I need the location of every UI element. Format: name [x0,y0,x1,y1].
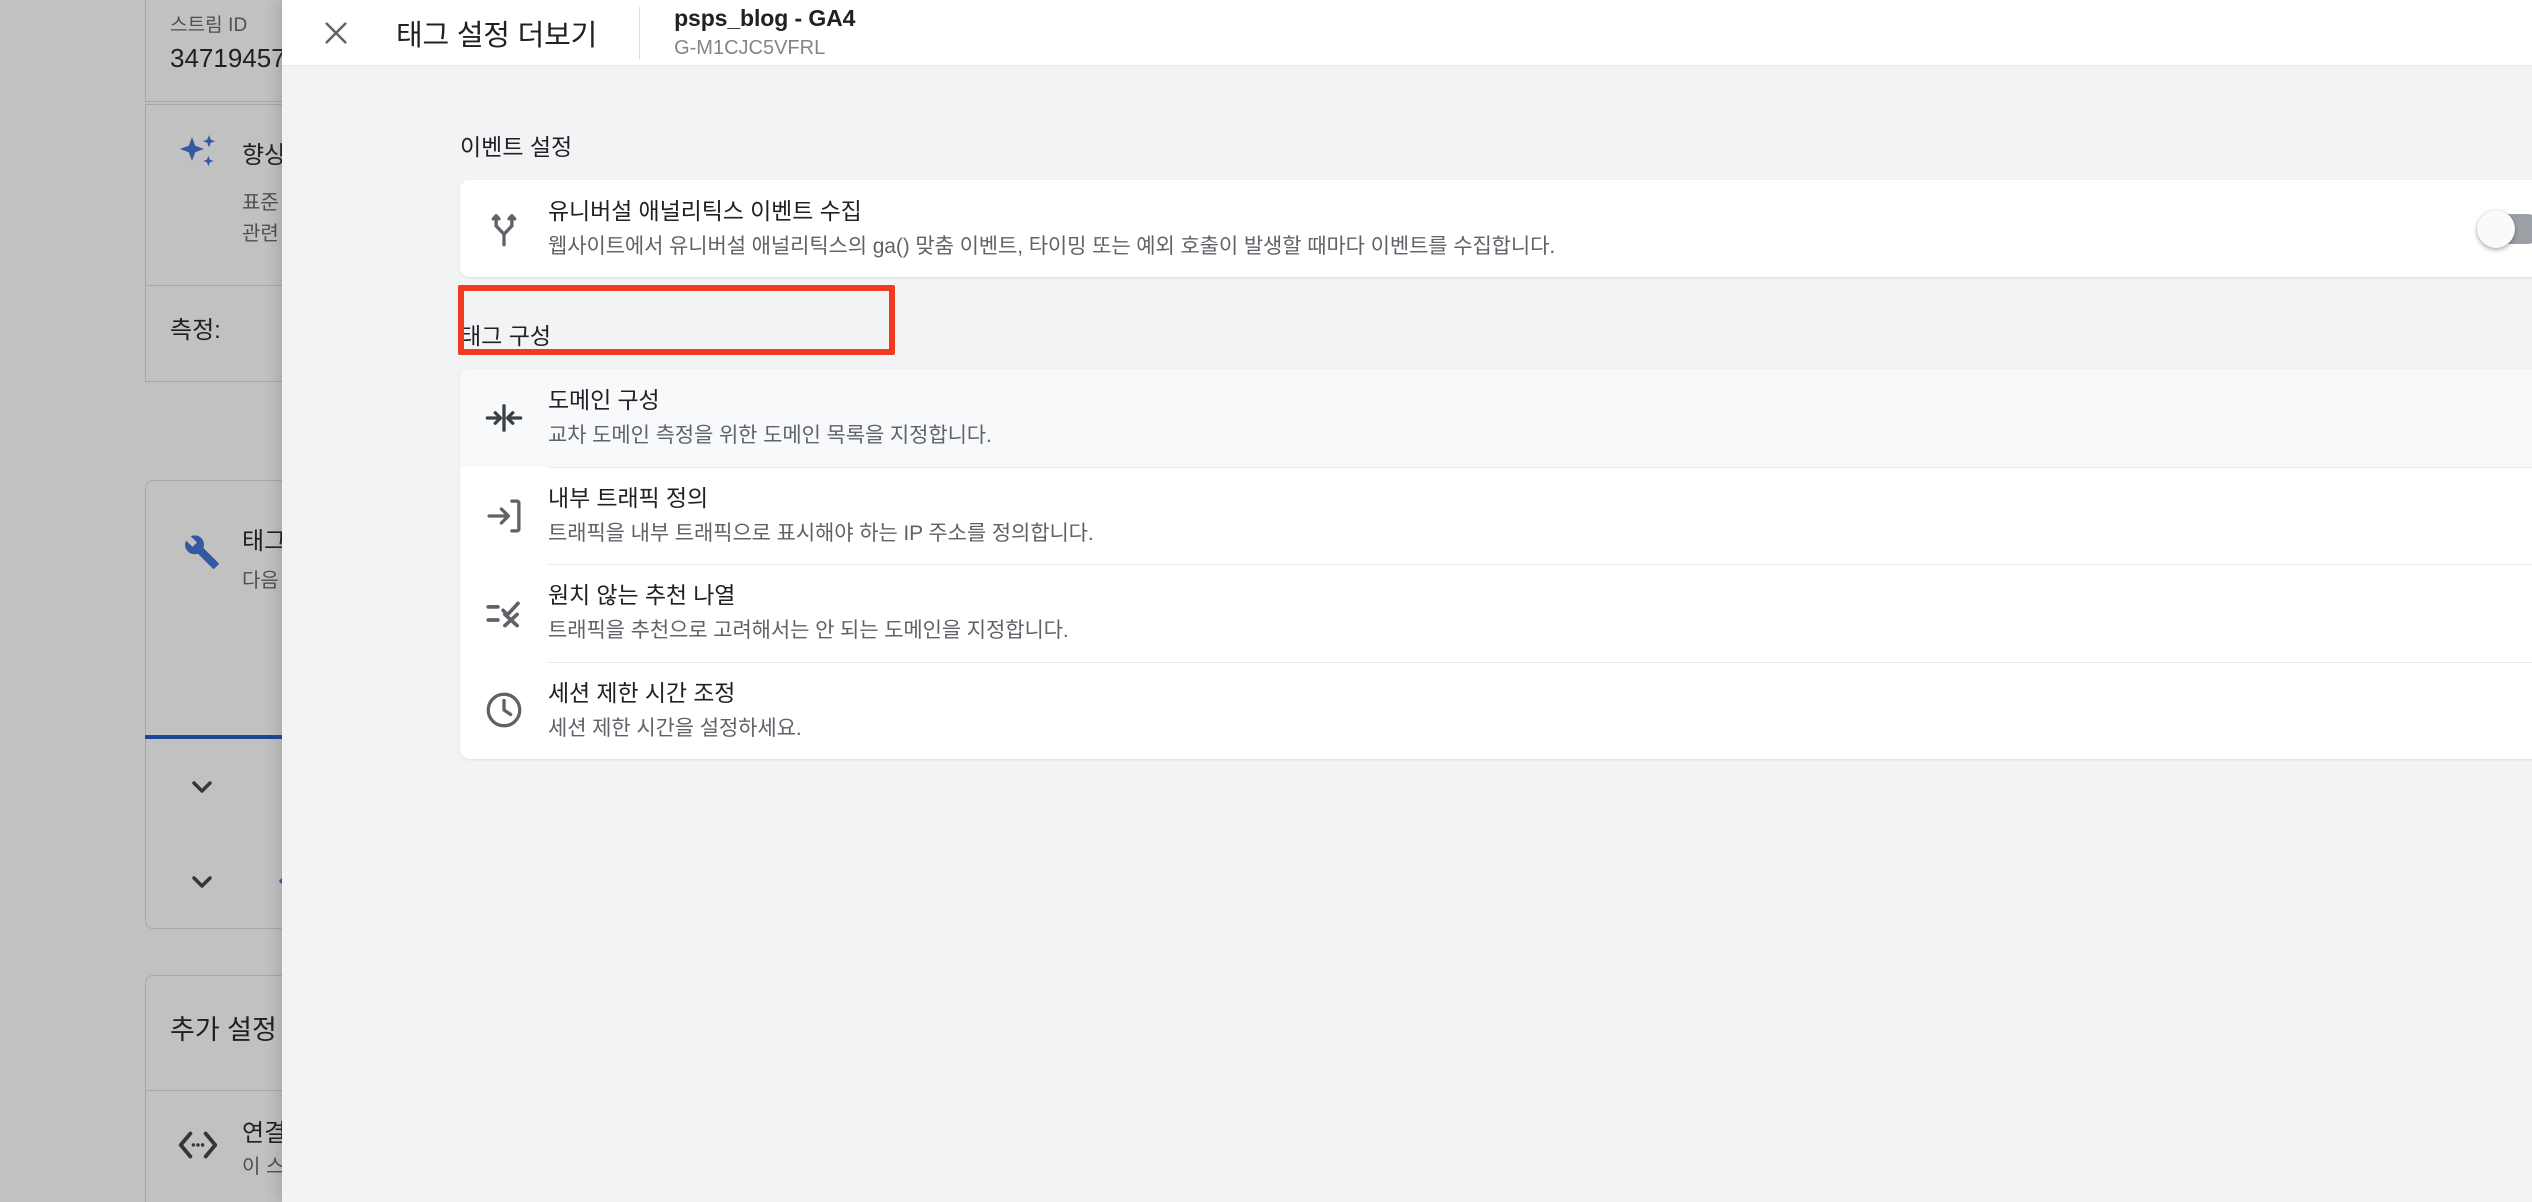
branching-paths-icon [460,208,548,250]
chevron-down-icon[interactable] [186,866,218,898]
row-adjust-session-timeout[interactable]: 세션 제한 시간 조정 세션 제한 시간을 설정하세요. [460,661,2532,760]
row-text: 유니버설 애널리틱스 이벤트 수집 웹사이트에서 유니버설 애널리틱스의 ga(… [548,196,2480,261]
code-brackets-icon [170,1117,226,1173]
overlay-title: 태그 설정 더보기 [396,19,598,52]
row-text: 내부 트래픽 정의 트래픽을 내부 트래픽으로 표시해야 하는 IP 주소를 정… [548,483,2518,548]
toggle-knob [2477,209,2515,248]
property-info: psps_blog - GA4 G-M1CJC5VFRL [674,4,855,62]
checklist-check-x-icon [460,592,548,634]
overlay-body: 이벤트 설정 유니버설 애널리틱스 이벤트 수집 웹사이트에서 유니버설 애널리… [282,66,2532,1202]
chevron-right-icon[interactable] [2518,596,2532,630]
row-title: 원치 않는 추천 나열 [548,582,736,609]
measurement-id: G-M1CJC5VFRL [674,37,826,60]
universal-analytics-toggle[interactable] [2477,209,2532,248]
row-text: 도메인 구성 교차 도메인 측정을 위한 도메인 목록을 지정합니다. [548,385,2518,450]
login-arrow-icon [460,495,548,537]
chevron-down-icon[interactable] [186,771,218,803]
chevron-right-icon[interactable] [2518,693,2532,727]
row-description: 트래픽을 내부 트래픽으로 표시해야 하는 IP 주소를 정의합니다. [548,521,1094,545]
property-name: psps_blog - GA4 [674,4,856,31]
screen: 스트림 ID 3471945713 향상된 표준 페0 관련 측정: 태그하 다… [0,0,2532,1202]
event-settings-card: 유니버설 애널리틱스 이벤트 수집 웹사이트에서 유니버설 애널리틱스의 ga(… [460,180,2532,278]
row-define-internal-traffic[interactable]: 내부 트래픽 정의 트래픽을 내부 트래픽으로 표시해야 하는 IP 주소를 정… [460,466,2532,565]
wrench-icon [170,521,226,577]
chevron-right-icon[interactable] [2518,401,2532,435]
row-description: 웹사이트에서 유니버설 애널리틱스의 ga() 맞춤 이벤트, 타이밍 또는 예… [548,235,1556,259]
row-configure-domains[interactable]: 도메인 구성 교차 도메인 측정을 위한 도메인 목록을 지정합니다. [460,369,2532,467]
row-description: 트래픽을 추천으로 고려해서는 안 되는 도메인을 지정합니다. [548,619,1069,643]
chevron-right-icon[interactable] [2518,499,2532,533]
close-button[interactable] [308,5,364,61]
toggle-wrap [2477,209,2532,248]
row-title: 유니버설 애널리틱스 이벤트 수집 [548,198,862,224]
settings-content: 이벤트 설정 유니버설 애널리틱스 이벤트 수집 웹사이트에서 유니버설 애널리… [282,128,2532,760]
tag-configuration-card: 도메인 구성 교차 도메인 측정을 위한 도메인 목록을 지정합니다. 내부 트… [460,369,2532,760]
row-description: 세션 제한 시간을 설정하세요. [548,716,802,740]
row-universal-analytics-event-collection[interactable]: 유니버설 애널리틱스 이벤트 수집 웹사이트에서 유니버설 애널리틱스의 ga(… [460,180,2532,278]
row-title: 세션 제한 시간 조정 [548,679,736,706]
tag-settings-overlay: 태그 설정 더보기 psps_blog - GA4 G-M1CJC5VFRL 이… [282,0,2532,1202]
section-heading-tag-configuration: 태그 구성 [460,323,552,350]
clock-icon [460,689,548,731]
sparkle-icon [170,127,226,183]
row-description: 교차 도메인 측정을 위한 도메인 목록을 지정합니다. [548,424,992,448]
close-icon [320,17,352,49]
row-title: 도메인 구성 [548,387,660,414]
overlay-header: 태그 설정 더보기 psps_blog - GA4 G-M1CJC5VFRL [282,0,2532,66]
row-text: 원치 않는 추천 나열 트래픽을 추천으로 고려해서는 안 되는 도메인을 지정… [548,580,2518,645]
row-list-unwanted-referrals[interactable]: 원치 않는 추천 나열 트래픽을 추천으로 고려해서는 안 되는 도메인을 지정… [460,564,2532,662]
row-title: 내부 트래픽 정의 [548,484,709,511]
cross-domain-arrows-icon [460,397,548,439]
row-text: 세션 제한 시간 조정 세션 제한 시간을 설정하세요. [548,678,2518,743]
section-heading-event-settings: 이벤트 설정 [460,134,573,160]
header-divider [639,6,641,59]
background-left-rail [0,0,145,1202]
